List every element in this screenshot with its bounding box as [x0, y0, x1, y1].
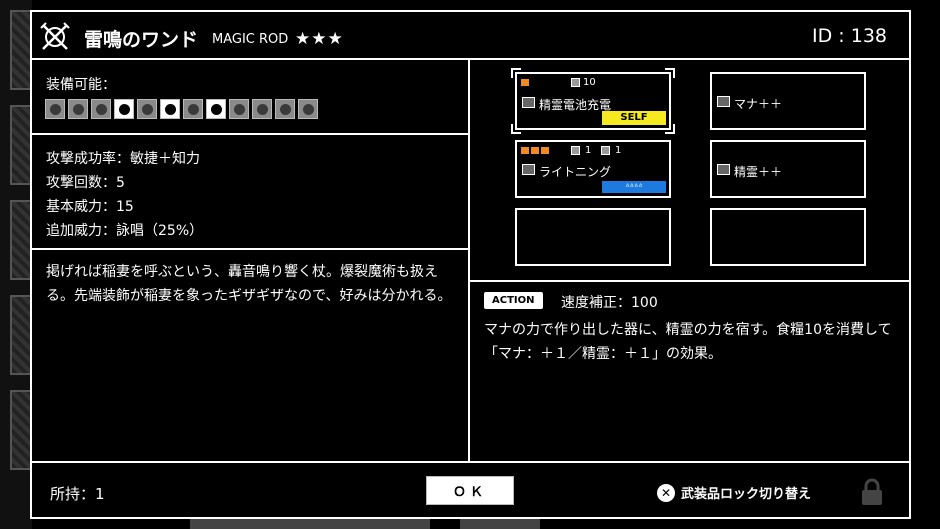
- cost-pip: [531, 147, 539, 154]
- stat-base-power: 基本威力：15: [46, 199, 134, 215]
- stat-attack-count: 攻撃回数：5: [46, 175, 125, 191]
- cost-pip: [541, 147, 549, 154]
- background-strip: [190, 518, 430, 529]
- skill-slot-charge[interactable]: 10 精霊電池充電 SELF: [515, 72, 671, 130]
- speed-modifier: 速度補正：100: [561, 295, 658, 311]
- class-icon: [68, 99, 88, 119]
- stat-bonus-power: 追加威力：詠唱（25%）: [46, 223, 204, 239]
- background-card: [10, 200, 32, 280]
- class-icon-list: [45, 99, 318, 119]
- resource-cost: 1: [615, 145, 622, 156]
- background-card: [10, 10, 32, 90]
- resource-icon: [571, 146, 580, 155]
- skill-slot-empty[interactable]: [710, 208, 866, 266]
- lock-toggle-button[interactable]: ✕ 武装品ロック切り替え: [657, 483, 811, 502]
- background-card: [10, 295, 32, 375]
- background-card: [10, 390, 32, 470]
- class-icon: [183, 99, 203, 119]
- item-id: ID : 138: [812, 25, 887, 47]
- equippable-section: 装備可能：: [32, 60, 468, 135]
- ok-button[interactable]: ＯＫ: [426, 476, 514, 505]
- skill-slot-lightning[interactable]: 1 1 ライトニング ᐞᐞᐞᐞ: [515, 140, 671, 198]
- stats-section: 攻撃成功率：敏捷＋知力 攻撃回数：5 基本威力：15 追加威力：詠唱（25%）: [32, 135, 468, 250]
- class-icon: [91, 99, 111, 119]
- skill-name: 精霊＋＋: [734, 165, 783, 179]
- skill-name: マナ＋＋: [734, 97, 783, 111]
- class-icon: [114, 99, 134, 119]
- class-icon: [229, 99, 249, 119]
- dialog-header: 雷鳴のワンド MAGIC ROD ★★★ ID : 138: [32, 12, 909, 60]
- class-icon: [137, 99, 157, 119]
- stat-hit-rate: 攻撃成功率：敏捷＋知力: [46, 151, 200, 167]
- rarity-stars: ★★★: [295, 29, 344, 49]
- food-cost: 10: [583, 77, 596, 88]
- action-description: マナの力で作り出した器に、精霊の力を宿す。食糧10を消費して「マナ：＋１／精霊：…: [484, 322, 892, 362]
- skill-slot-mana[interactable]: マナ＋＋: [710, 72, 866, 130]
- background-strip: [460, 518, 540, 529]
- item-name: 雷鳴のワンド: [84, 29, 199, 51]
- skill-icon: [522, 164, 535, 175]
- skill-name: ライトニング: [539, 165, 612, 179]
- skill-panel: 10 精霊電池充電 SELF マナ＋＋ 1 1 ライトニング ᐞᐞᐞᐞ 精霊＋＋…: [470, 60, 909, 461]
- skill-icon: [717, 164, 730, 175]
- crossed-weapons-icon: [40, 22, 70, 50]
- resource-cost: 1: [585, 145, 592, 156]
- cost-pip: [521, 79, 529, 86]
- class-icon: [298, 99, 318, 119]
- equippable-label: 装備可能：: [46, 77, 116, 93]
- skill-slot-grid: 10 精霊電池充電 SELF マナ＋＋ 1 1 ライトニング ᐞᐞᐞᐞ 精霊＋＋: [470, 60, 909, 282]
- class-icon: [252, 99, 272, 119]
- x-button-icon: ✕: [657, 483, 675, 502]
- cost-pip: [521, 147, 529, 154]
- item-detail-dialog: 雷鳴のワンド MAGIC ROD ★★★ ID : 138 装備可能： 攻撃成功…: [30, 10, 911, 519]
- item-info-panel: 装備可能： 攻撃成功率：敏捷＋知力 攻撃回数：5 基本威力：15 追加威力：詠唱…: [32, 60, 470, 461]
- class-icon: [275, 99, 295, 119]
- range-tag: ᐞᐞᐞᐞ: [602, 181, 666, 193]
- class-icon: [160, 99, 180, 119]
- item-type: MAGIC ROD: [212, 32, 289, 47]
- skill-name: 精霊電池充電: [539, 98, 612, 112]
- class-icon: [45, 99, 65, 119]
- skill-slot-spirit[interactable]: 精霊＋＋: [710, 140, 866, 198]
- dialog-footer: 所持：1 ＯＫ ✕ 武装品ロック切り替え: [32, 461, 909, 517]
- background-card: [10, 105, 32, 185]
- skill-slot-empty[interactable]: [515, 208, 671, 266]
- action-badge: ACTION: [484, 292, 543, 309]
- target-tag: SELF: [602, 111, 666, 125]
- lock-icon: [862, 478, 882, 505]
- owned-count: 所持：1: [50, 485, 105, 503]
- skill-icon: [717, 96, 730, 107]
- skill-icon: [522, 97, 535, 108]
- class-icon: [206, 99, 226, 119]
- item-description: 掲げれば稲妻を呼ぶという、轟音鳴り響く杖。爆裂魔術も扱える。先端装飾が稲妻を象っ…: [46, 264, 452, 304]
- resource-icon: [601, 146, 610, 155]
- lock-toggle-label: 武装品ロック切り替え: [681, 487, 812, 502]
- food-icon: [571, 78, 580, 87]
- action-section: ACTION 速度補正：100 マナの力で作り出した器に、精霊の力を宿す。食糧1…: [470, 282, 909, 461]
